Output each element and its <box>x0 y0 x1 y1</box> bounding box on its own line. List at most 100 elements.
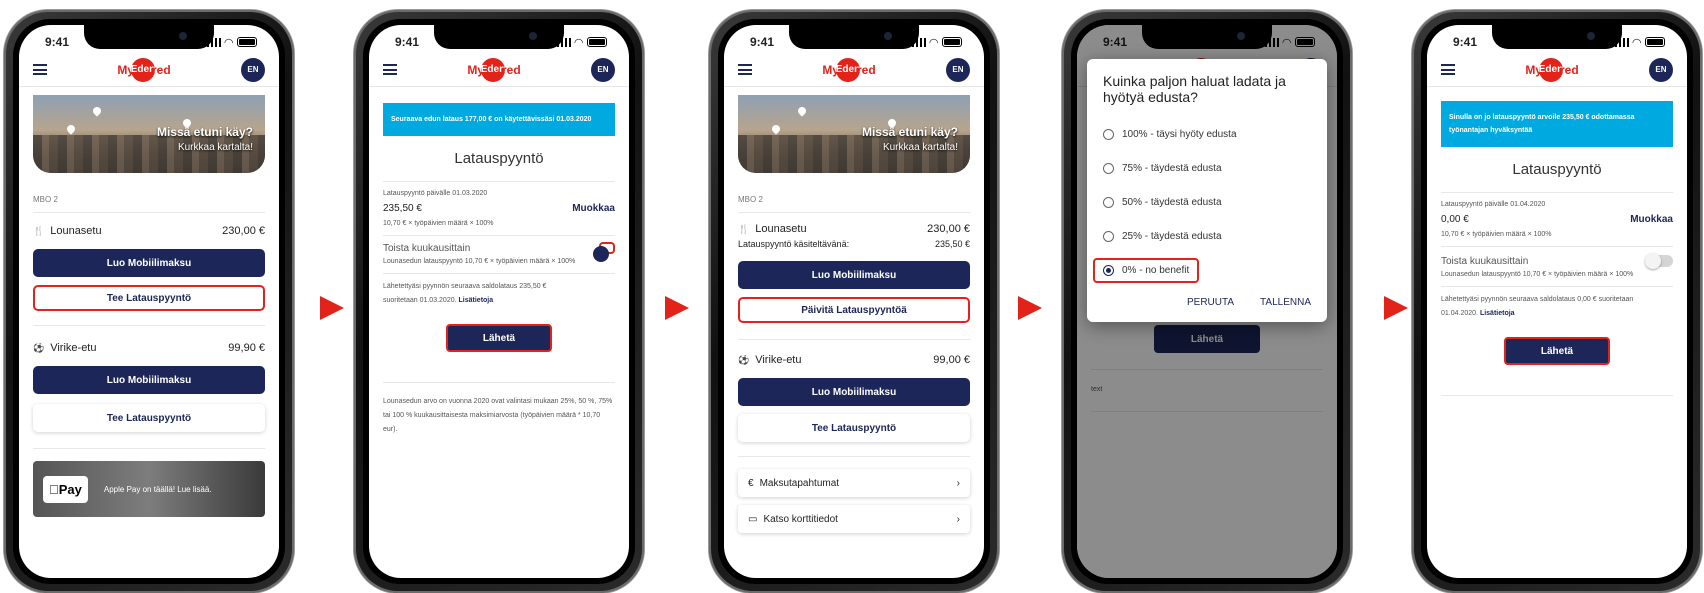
battery-icon <box>587 37 607 47</box>
language-button[interactable]: EN <box>240 57 265 82</box>
page-title: Latauspyyntö <box>1512 161 1602 178</box>
option-0[interactable]: 0% - no benefit <box>1093 253 1311 287</box>
formula-text: 10,70 € × työpäivien määrä × 100% <box>383 220 494 227</box>
screen-5: 9:41 ◠ My Eden red EN Sinulla on jo lataus… <box>1427 25 1687 578</box>
more-info-link[interactable]: Lisätietoja <box>1480 310 1515 317</box>
request-button[interactable]: Tee Latauspyyntö <box>33 285 265 311</box>
save-button[interactable]: TALLENNA <box>1260 297 1311 308</box>
euro-icon: € <box>748 477 754 489</box>
benefit-row-lounasetu: 🍴 Lounasetu 230,00 € <box>738 223 970 235</box>
wifi-icon: ◠ <box>929 36 938 49</box>
update-request-button[interactable]: Päivitä Latauspyyntöä <box>738 297 970 323</box>
menu-icon[interactable] <box>1441 64 1455 75</box>
radio-button-selected[interactable] <box>1103 264 1114 276</box>
map-banner[interactable]: Missä etuni käy? Kurkkaa kartalta! <box>33 95 265 173</box>
option-50[interactable]: 50% - täydestä edusta <box>1103 185 1311 219</box>
mobile-pay-button[interactable]: Luo Mobiilimaksu <box>33 249 265 277</box>
menu-icon[interactable] <box>738 64 752 75</box>
chevron-right-icon: › <box>956 513 960 525</box>
fork-knife-icon: 🍴 <box>33 225 45 236</box>
myedenred-logo: MyEdenred <box>822 57 876 82</box>
radio-button[interactable] <box>1103 230 1114 242</box>
screen-2: 9:41 ◠ My Eden red EN Seuraava edun lataus… <box>369 25 629 578</box>
app-bar: MyEdenred EN <box>19 53 279 87</box>
map-banner[interactable]: Missä etuni käy? Kurkkaa kartalta! <box>738 95 970 173</box>
status-time: 9:41 <box>45 35 70 49</box>
apple-pay-text: Apple Pay on täällä! Lue lisää. <box>94 484 212 494</box>
battery-icon <box>942 37 962 47</box>
radio-button[interactable] <box>1103 162 1114 174</box>
request-date-label: Latauspyyntö päivälle 01.03.2020 <box>383 190 488 197</box>
option-25[interactable]: 25% - täydestä edusta <box>1103 219 1311 253</box>
mobile-pay-button[interactable]: Luo Mobiilimaksu <box>738 261 970 289</box>
note-text: Lähetettyäsi pyynnön seuraava saldolatau… <box>383 283 547 304</box>
map-pin-icon <box>796 105 808 117</box>
apple-pay-banner[interactable]: Pay Apple Pay on täällä! Lue lisää. <box>33 461 265 517</box>
edit-link[interactable]: Muokkaa <box>1630 214 1673 225</box>
phone-frame-5: 9:41 ◠ My Eden red EN Sinulla on jo lataus… <box>1412 10 1702 593</box>
battery-icon <box>237 37 257 47</box>
map-pin-icon <box>65 123 77 135</box>
benefit-amount: 99,90 € <box>228 342 265 354</box>
screen-3: 9:41 ◠ My Eden red EN Missä etuni käy? Kur… <box>724 25 984 578</box>
benefit-amount-dialog: Kuinka paljon haluat ladata ja hyötyä ed… <box>1087 59 1327 322</box>
banner-subtitle: Kurkkaa kartalta! <box>177 142 253 153</box>
section-label: MBO 2 <box>738 195 763 204</box>
option-75[interactable]: 75% - täydestä edusta <box>1103 151 1311 185</box>
formula-text: 10,70 € × työpäivien määrä × 100% <box>1441 231 1552 238</box>
section-label: MBO 2 <box>33 195 58 204</box>
pending-request-row: Latauspyyntö käsiteltävänä: 235,50 € <box>724 239 984 249</box>
wifi-icon: ◠ <box>574 36 583 49</box>
repeat-label: Toista kuukausittain <box>1441 255 1529 267</box>
amount-row: 0,00 € Muokkaa <box>1427 214 1687 225</box>
menu-icon[interactable] <box>383 64 397 75</box>
send-button[interactable]: Lähetä <box>446 324 552 352</box>
note-text: Lähetettyäsi pyynnön seuraava saldolatau… <box>1441 296 1634 317</box>
card-details-row[interactable]: ▭ Katso korttitiedot › <box>738 505 970 533</box>
banner-title: Missä etuni käy? <box>861 125 958 139</box>
cancel-button[interactable]: PERUUTA <box>1187 297 1234 308</box>
step-arrow-icon <box>1018 296 1042 320</box>
status-time: 9:41 <box>395 35 420 49</box>
page-title: Latauspyyntö <box>454 150 544 167</box>
option-100[interactable]: 100% - täysi hyöty edusta <box>1103 117 1311 151</box>
language-button[interactable]: EN <box>945 57 970 82</box>
radio-button[interactable] <box>1103 128 1114 140</box>
phone-frame-4: 9:41 ◠ MyEdenred EN Lähetä text Kuinka p… <box>1062 10 1352 593</box>
benefit-amount: 230,00 € <box>222 225 265 237</box>
banner-subtitle: Kurkkaa kartalta! <box>882 142 958 153</box>
benefit-row-virike: ⚽ Virike-etu 99,90 € <box>33 342 265 354</box>
benefit-amount: 99,00 € <box>933 354 970 366</box>
myedenred-logo: MyEdenred <box>467 57 521 82</box>
repeat-subtext: Lounasedun latauspyyntö 10,70 € × työpäi… <box>383 258 576 265</box>
screen-4: 9:41 ◠ MyEdenred EN Lähetä text Kuinka p… <box>1077 25 1337 578</box>
benefit-row-virike: ⚽ Virike-etu 99,00 € <box>738 354 970 366</box>
ball-icon: ⚽ <box>738 354 750 365</box>
app-bar: MyEdenred EN <box>369 53 629 87</box>
banner-title: Missä etuni käy? <box>156 125 253 139</box>
send-button[interactable]: Lähetä <box>1504 337 1610 365</box>
menu-icon[interactable] <box>33 64 47 75</box>
radio-button[interactable] <box>1103 196 1114 208</box>
battery-icon <box>1645 37 1665 47</box>
myedenred-logo: MyEdenred <box>117 57 171 82</box>
map-pin-icon <box>770 123 782 135</box>
fork-knife-icon: 🍴 <box>738 223 750 234</box>
edit-link[interactable]: Muokkaa <box>572 203 615 214</box>
language-button[interactable]: EN <box>590 57 615 82</box>
mobile-pay-button-2[interactable]: Luo Mobiilimaksu <box>33 366 265 394</box>
more-info-link[interactable]: Lisätietoja <box>459 297 494 304</box>
request-button-2[interactable]: Tee Latauspyyntö <box>33 404 265 432</box>
mobile-pay-button-2[interactable]: Luo Mobiilimaksu <box>738 378 970 406</box>
amount-row: 235,50 € Muokkaa <box>369 203 629 214</box>
language-button[interactable]: EN <box>1648 57 1673 82</box>
screen-1: 9:41 ◠ My Eden red EN Missä etuni käy? Kur… <box>19 25 279 578</box>
transactions-row[interactable]: € Maksutapahtumat › <box>738 469 970 497</box>
request-date-label: Latauspyyntö päivälle 01.04.2020 <box>1441 201 1546 208</box>
request-button-2[interactable]: Tee Latauspyyntö <box>738 414 970 442</box>
app-bar: MyEdenred EN <box>1427 53 1687 87</box>
info-paragraph: Lounasedun arvo on vuonna 2020 ovat vali… <box>383 398 613 433</box>
repeat-toggle[interactable] <box>1645 253 1673 269</box>
wifi-icon: ◠ <box>224 36 233 49</box>
benefit-amount: 230,00 € <box>927 223 970 235</box>
